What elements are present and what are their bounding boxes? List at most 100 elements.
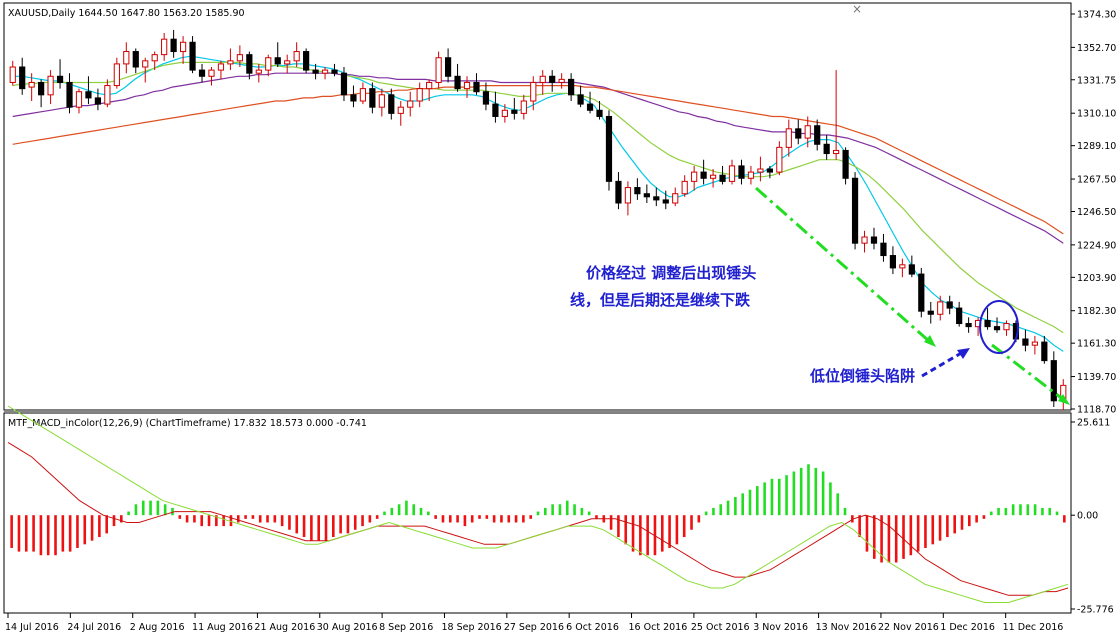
- candle: [842, 147, 849, 185]
- price-tick-label: 1374.30: [1077, 10, 1116, 21]
- candle-body: [653, 196, 660, 201]
- candle: [691, 165, 698, 191]
- price-tick-label: 1352.70: [1077, 43, 1116, 54]
- candle-body: [624, 187, 632, 204]
- candle-body: [28, 81, 35, 88]
- candle: [624, 181, 632, 216]
- ma-line-cyan: [12, 55, 1064, 352]
- candle-body: [85, 91, 92, 99]
- candle: [321, 67, 329, 80]
- candle-body: [776, 146, 783, 173]
- candle-body: [899, 264, 906, 269]
- candle: [293, 42, 300, 68]
- macd-indicator-title: MTF_MACD_inColor(12,26,9) (ChartTimefram…: [8, 418, 367, 429]
- candle-body: [340, 72, 348, 96]
- candle-body: [75, 91, 83, 108]
- candle: [908, 255, 915, 278]
- candle-body: [501, 109, 508, 117]
- candle: [208, 67, 215, 86]
- candle: [123, 42, 130, 74]
- candle-body: [1031, 341, 1038, 346]
- annotation-line-1: 价格经过 调整后出现锤头: [586, 264, 756, 282]
- candle: [747, 165, 755, 185]
- candle-body: [719, 174, 726, 182]
- candle-body: [984, 319, 991, 328]
- candle-body: [492, 103, 499, 117]
- candle: [359, 82, 367, 105]
- candle: [539, 70, 546, 95]
- candle-body: [804, 125, 811, 139]
- candle-body: [814, 125, 821, 145]
- candle-body: [596, 109, 603, 117]
- date-tick-label: 6 Oct 2016: [566, 622, 619, 633]
- candle: [113, 57, 120, 89]
- candle-body: [577, 94, 584, 105]
- candle: [776, 141, 783, 176]
- candle: [198, 63, 206, 83]
- date-tick-label: 16 Oct 2016: [629, 622, 688, 633]
- candle: [899, 258, 906, 278]
- candle: [615, 172, 622, 210]
- candle: [681, 175, 688, 197]
- price-axis: 1374.30 1352.70 1331.75 1310.10 1289.10 1267.…: [1071, 10, 1116, 416]
- close-icon[interactable]: ×: [852, 2, 862, 16]
- candle-body: [530, 81, 537, 102]
- candle: [265, 54, 272, 77]
- date-tick-label: 8 Sep 2016: [379, 622, 433, 633]
- candle-body: [568, 78, 575, 96]
- candle-body: [833, 149, 840, 155]
- candle: [56, 59, 64, 89]
- candle: [94, 88, 102, 111]
- candle-body: [615, 180, 622, 204]
- candle: [444, 48, 452, 83]
- price-tick-label: 1182.30: [1077, 306, 1116, 317]
- candle: [889, 246, 897, 275]
- candle-body: [549, 75, 556, 83]
- candle: [104, 79, 111, 108]
- candle-body: [56, 75, 64, 83]
- candle: [993, 317, 1001, 333]
- candle: [378, 88, 385, 117]
- price-tick-label: 1203.90: [1077, 273, 1116, 284]
- candle-body: [9, 66, 16, 83]
- price-tick-label: 1310.10: [1077, 109, 1116, 120]
- candle: [1050, 351, 1057, 407]
- candle: [851, 172, 859, 250]
- candle-body: [66, 81, 73, 108]
- moving-average-lines: [12, 55, 1064, 352]
- candle: [454, 63, 461, 92]
- candle: [549, 70, 556, 92]
- candle-body: [889, 255, 897, 269]
- date-tick-label: 13 Nov 2016: [816, 622, 877, 633]
- macd-line-green: [7, 405, 1069, 603]
- candle-body: [700, 171, 707, 179]
- candle: [823, 135, 830, 160]
- date-tick-label: 25 Oct 2016: [691, 622, 750, 633]
- candle: [170, 29, 177, 58]
- candle-body: [861, 236, 868, 244]
- candle-body: [823, 143, 830, 155]
- candle-body: [38, 81, 45, 96]
- candle-body: [388, 94, 395, 114]
- candle-body: [350, 94, 357, 102]
- candle: [937, 295, 944, 321]
- candle: [965, 317, 972, 333]
- candle: [814, 119, 821, 151]
- candle-body: [511, 109, 518, 114]
- candle-body: [586, 103, 594, 111]
- candle: [880, 233, 887, 262]
- candle: [482, 82, 490, 111]
- candle-body: [132, 51, 139, 68]
- candle-body: [444, 57, 452, 77]
- price-tick-label: 1224.90: [1077, 240, 1116, 251]
- candle-body: [161, 38, 168, 56]
- price-tick-label: 1161.30: [1077, 339, 1116, 350]
- candle-body: [842, 149, 849, 179]
- candle-body: [1050, 360, 1057, 402]
- candle-body: [94, 97, 102, 105]
- price-tick-label: 1246.50: [1077, 207, 1116, 218]
- candle-body: [378, 94, 385, 108]
- candle-body: [908, 264, 915, 275]
- candle-body: [539, 75, 546, 83]
- candle-body: [747, 171, 755, 179]
